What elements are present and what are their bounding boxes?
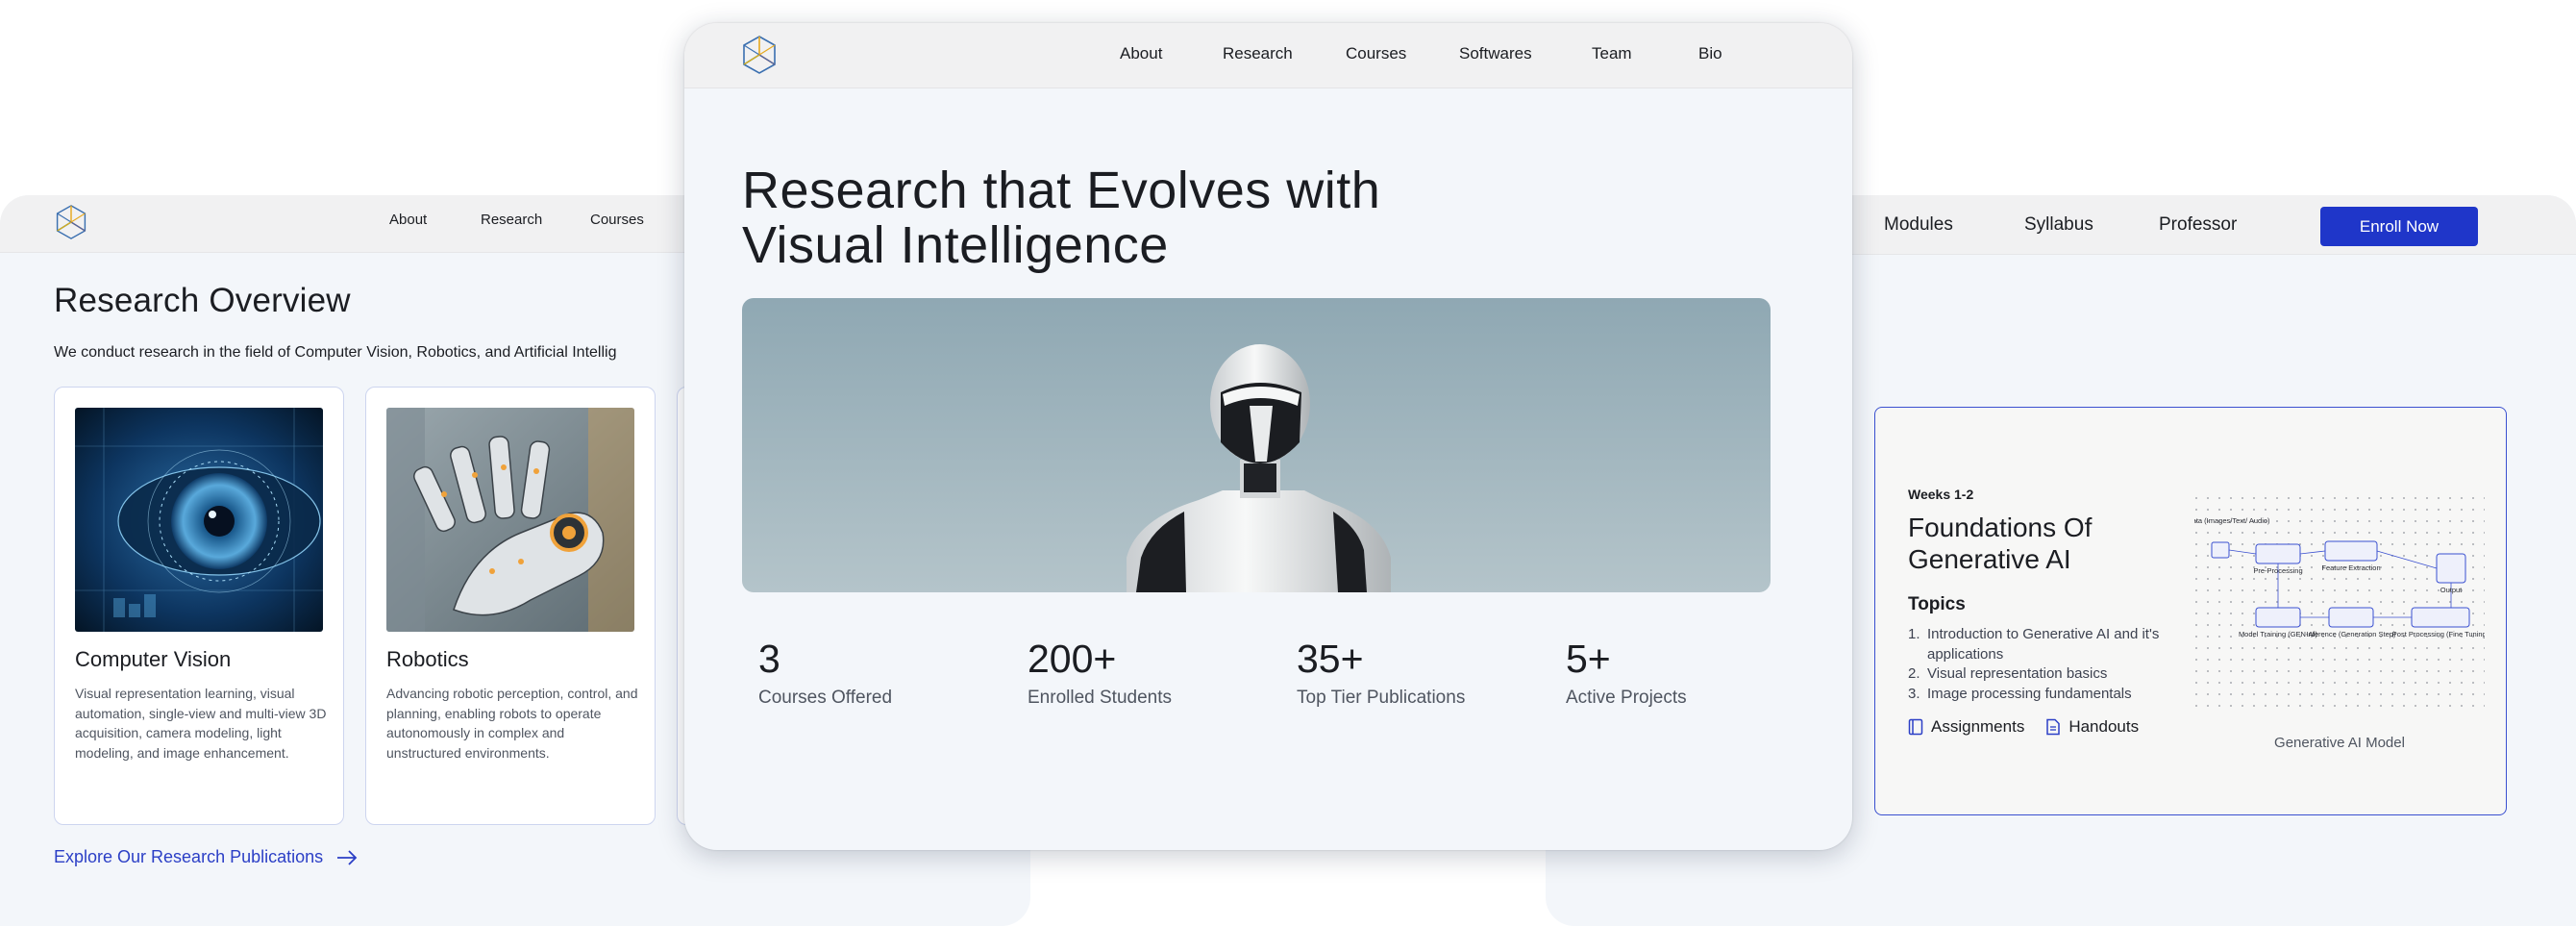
assignments-link[interactable]: Assignments bbox=[1908, 717, 2024, 737]
enroll-now-button[interactable]: Enroll Now bbox=[2320, 207, 2478, 246]
module-weeks: Weeks 1-2 bbox=[1908, 487, 1974, 502]
topic-item: 2. Visual representation basics bbox=[1908, 665, 2108, 682]
module-resources: Assignments Handouts bbox=[1908, 717, 2139, 737]
diagram-label-post: Post Processing (Fine Tuning) bbox=[2392, 630, 2485, 638]
document-icon bbox=[2046, 718, 2061, 736]
diagram-label-output: Output bbox=[2440, 586, 2463, 594]
diagram-label-pre: Pre-Processing bbox=[2253, 566, 2302, 575]
topics-list: 1. Introduction to Generative AI and it's… bbox=[1908, 625, 2167, 704]
handouts-link[interactable]: Handouts bbox=[2045, 717, 2139, 737]
stat-label: Enrolled Students bbox=[1028, 688, 1172, 708]
topics-heading: Topics bbox=[1908, 594, 1966, 614]
stat-publications: 35+ Top Tier Publications bbox=[1297, 637, 1465, 709]
diagram-label-feature: Feature Extraction bbox=[2321, 563, 2380, 572]
nav-softwares[interactable]: Softwares bbox=[1459, 44, 1532, 63]
stat-students: 200+ Enrolled Students bbox=[1028, 637, 1172, 709]
center-navbar: About Research Courses Softwares Team Bi… bbox=[684, 23, 1852, 88]
nav-about[interactable]: About bbox=[389, 212, 427, 228]
computer-vision-image bbox=[75, 408, 323, 632]
card-description: Advancing robotic perception, control, a… bbox=[386, 686, 638, 761]
module-card[interactable]: Weeks 1-2 Foundations Of Generative AI T… bbox=[1874, 407, 2507, 815]
topic-item: 1. Introduction to Generative AI and it's… bbox=[1908, 626, 2160, 663]
stat-value: 35+ bbox=[1297, 637, 1364, 681]
nav-modules[interactable]: Modules bbox=[1884, 214, 1953, 236]
stat-value: 5+ bbox=[1566, 637, 1611, 681]
nav-team[interactable]: Team bbox=[1592, 44, 1632, 63]
card-description: Visual representation learning, visual a… bbox=[75, 686, 327, 761]
page-title: Research Overview bbox=[54, 282, 351, 319]
hero-title-line-2: Visual Intelligence bbox=[742, 216, 1169, 274]
stat-projects: 5+ Active Projects bbox=[1566, 637, 1687, 709]
nav-syllabus[interactable]: Syllabus bbox=[2024, 214, 2093, 236]
hero-title: Research that Evolves with Visual Intell… bbox=[742, 163, 1473, 273]
stat-label: Top Tier Publications bbox=[1297, 688, 1466, 708]
research-card-robotics[interactable]: Robotics Advancing robotic perception, c… bbox=[365, 387, 656, 825]
stat-label: Active Projects bbox=[1566, 688, 1687, 708]
nav-research[interactable]: Research bbox=[1223, 44, 1293, 63]
intro-text: We conduct research in the field of Comp… bbox=[54, 344, 617, 361]
explore-publications-link[interactable]: Explore Our Research Publications bbox=[54, 847, 358, 867]
hero-robot-image bbox=[742, 298, 1771, 592]
module-title: Foundations Of Generative AI bbox=[1908, 513, 2093, 574]
stat-value: 200+ bbox=[1028, 637, 1117, 681]
explore-link-label: Explore Our Research Publications bbox=[54, 847, 324, 866]
card-title: Robotics bbox=[386, 647, 469, 671]
diagram-caption: Generative AI Model bbox=[2274, 735, 2405, 751]
book-icon bbox=[1908, 718, 1923, 736]
stat-value: 3 bbox=[758, 637, 780, 681]
logo-icon[interactable] bbox=[740, 33, 779, 77]
robotics-image bbox=[386, 408, 634, 632]
card-title: Computer Vision bbox=[75, 647, 232, 671]
nav-bio[interactable]: Bio bbox=[1698, 44, 1722, 63]
generative-ai-diagram: Input Data (Images/Text/ Audio) Pre-Proc… bbox=[2194, 496, 2485, 708]
nav-about[interactable]: About bbox=[1120, 44, 1162, 63]
nav-professor[interactable]: Professor bbox=[2159, 214, 2237, 236]
diagram-label-inference: Inference (Generation Step) bbox=[2307, 630, 2396, 638]
stat-label: Courses Offered bbox=[758, 688, 893, 708]
stat-courses: 3 Courses Offered bbox=[758, 637, 892, 709]
hero-title-line-1: Research that Evolves with bbox=[742, 162, 1381, 219]
logo-icon[interactable] bbox=[54, 203, 88, 241]
diagram-label-input: Input Data (Images/Text/ Audio) bbox=[2194, 516, 2270, 525]
topic-item: 3. Image processing fundamentals bbox=[1908, 685, 2132, 702]
nav-courses[interactable]: Courses bbox=[1346, 44, 1406, 63]
arrow-right-icon bbox=[337, 849, 358, 865]
research-card-computer-vision[interactable]: Computer Vision Visual representation le… bbox=[54, 387, 344, 825]
nav-research[interactable]: Research bbox=[481, 212, 542, 228]
home-page: About Research Courses Softwares Team Bi… bbox=[684, 23, 1852, 850]
nav-courses[interactable]: Courses bbox=[590, 212, 644, 228]
